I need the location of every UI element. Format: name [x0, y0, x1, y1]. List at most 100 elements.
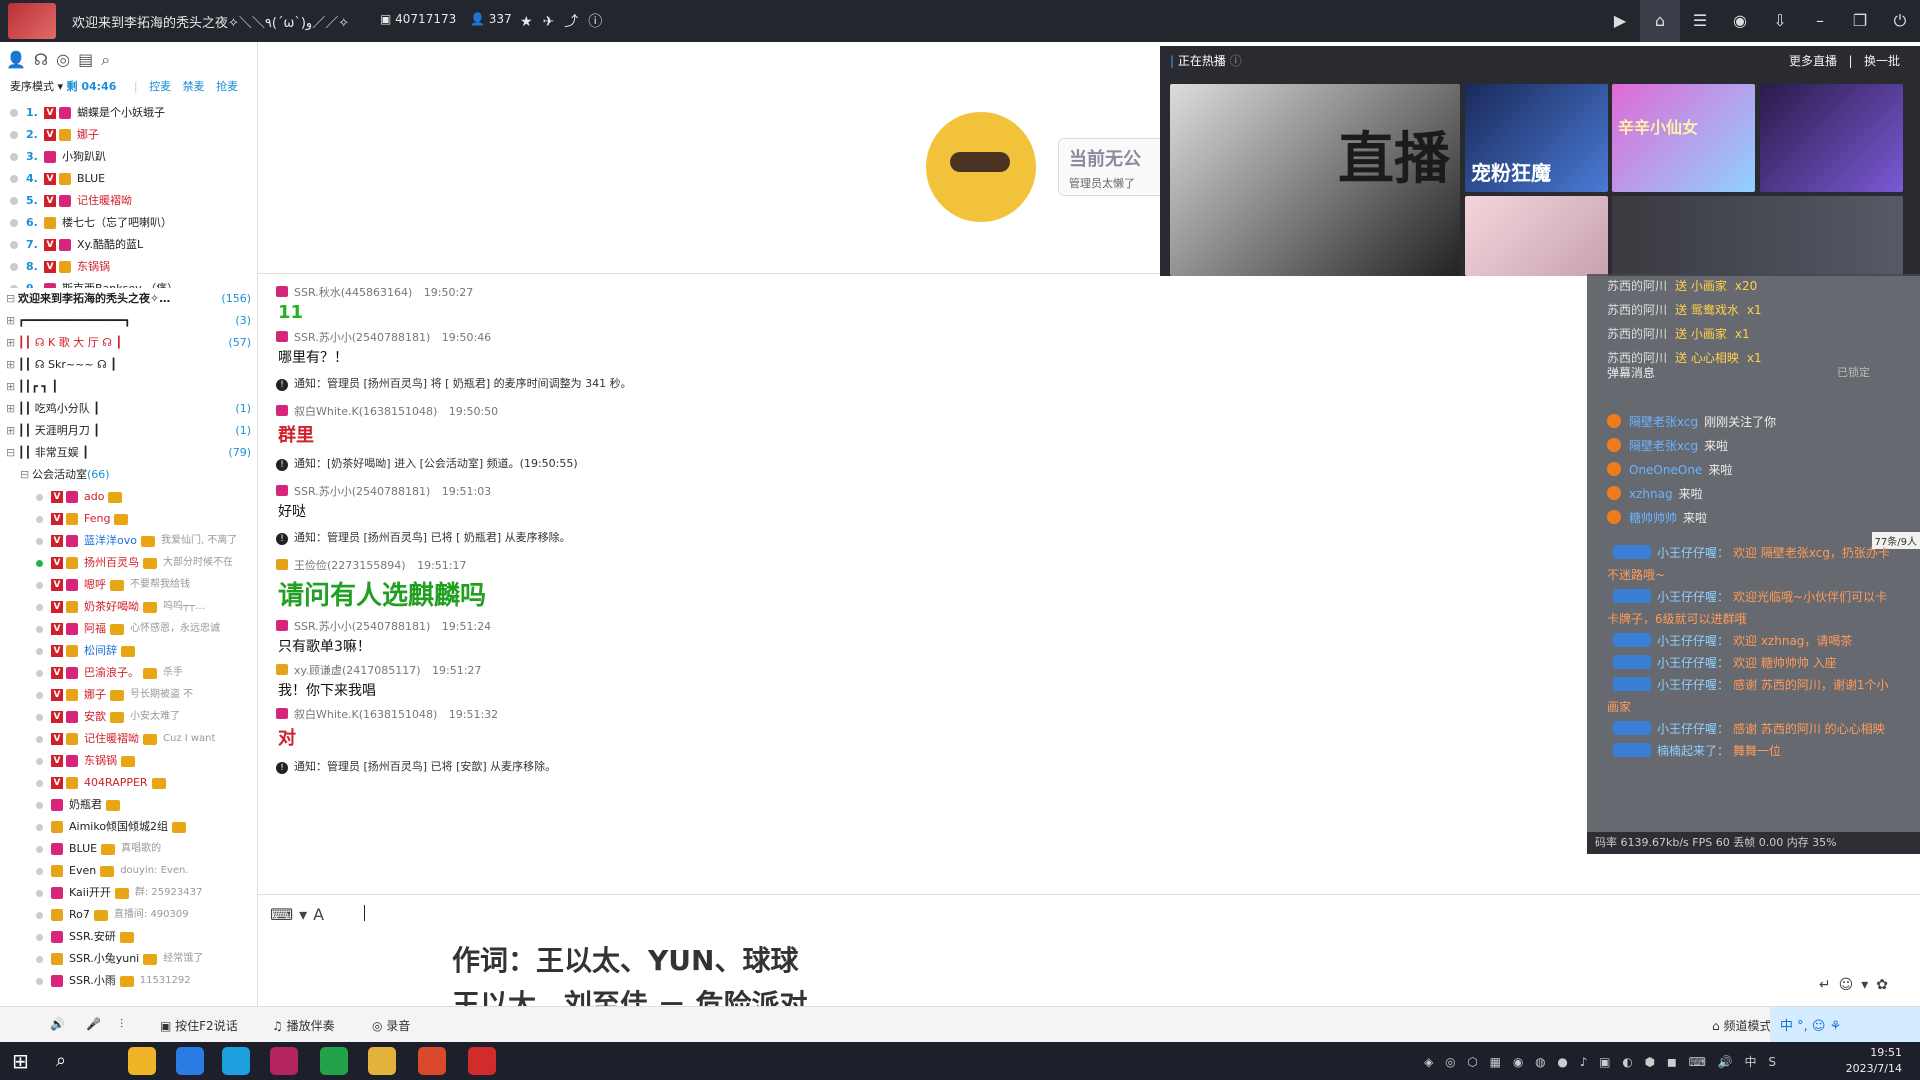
gamepad-icon[interactable]: ◉	[1720, 0, 1760, 42]
expand-icon[interactable]: ⊟	[6, 442, 18, 464]
member-item[interactable]: V 奶茶好喝呦 呜呜┬┬…	[36, 596, 257, 618]
speaker-icon[interactable]: 🔊	[50, 1017, 65, 1031]
member-item[interactable]: V Feng	[36, 508, 257, 530]
mode-select[interactable]: 麦序模式	[10, 80, 54, 93]
member-item[interactable]: V 东锅锅	[36, 750, 257, 772]
sub-channel-item[interactable]: ⊟ 公会活动室(66)	[6, 464, 257, 486]
browser-icon[interactable]	[222, 1047, 250, 1075]
message-author[interactable]: SSR.秋水(445863164)	[294, 286, 412, 299]
share-icon[interactable]: ⤴	[564, 14, 588, 30]
push-to-talk-button[interactable]: ▣ 按住F2说话	[160, 1017, 238, 1034]
member-item[interactable]: V 记住暖褶呦 Cuz I want	[36, 728, 257, 750]
search-icon[interactable]: ⌕	[101, 50, 118, 69]
member-item[interactable]: SSR.安研	[36, 926, 257, 948]
message-author[interactable]: 王俭俭(2273155894)	[294, 559, 406, 572]
queue-item[interactable]: 1. V 蝴蝶是个小妖蛾子	[10, 102, 257, 124]
grab-mic-button[interactable]: 抢麦	[216, 80, 238, 93]
stream-thumb-4[interactable]	[1760, 84, 1903, 192]
expand-icon[interactable]: ⊞	[6, 310, 18, 332]
channel-item[interactable]: ⊞ ┃┃┏ ┓ ┃	[6, 376, 257, 398]
member-item[interactable]: V 阿福 心怀感恩，永远忠诚	[36, 618, 257, 640]
collapse-icon[interactable]: ⊟	[20, 464, 32, 486]
stream-thumb-3[interactable]: 辛辛小仙女	[1612, 84, 1755, 192]
queue-item[interactable]: 8. V 东锅锅	[10, 256, 257, 278]
member-item[interactable]: SSR.小兔yuni 经常饿了	[36, 948, 257, 970]
member-item[interactable]: BLUE 真唱歌的	[36, 838, 257, 860]
control-mic-button[interactable]: 控麦	[149, 80, 171, 93]
voice-app-icon[interactable]	[368, 1047, 396, 1075]
danmaku-lock-status[interactable]: 已锁定	[1837, 364, 1870, 380]
member-item[interactable]: V 安歆 小安太难了	[36, 706, 257, 728]
expand-icon[interactable]: ⊞	[6, 420, 18, 442]
expand-icon[interactable]: ⊞	[6, 398, 18, 420]
system-tray[interactable]: ◈ ◎ ⬡ ▦ ◉ ◍ ● ♪ ▣ ◐ ⬢ ◼ ⌨ 🔊 中 S	[1424, 1053, 1780, 1070]
enter-icon[interactable]: ↵	[1819, 977, 1839, 993]
member-item[interactable]: Aimiko倾国倾城2组	[36, 816, 257, 838]
home-icon[interactable]: ⌂	[1640, 0, 1680, 42]
more-live-link[interactable]: 更多直播 | 换一批	[1789, 52, 1900, 69]
restore-icon[interactable]: ❐	[1840, 0, 1880, 42]
list-icon[interactable]: ☰	[1680, 0, 1720, 42]
member-item[interactable]: 奶瓶君	[36, 794, 257, 816]
stream-thumb-2[interactable]: 宠粉狂魔	[1465, 84, 1608, 192]
rose-icon[interactable]: ✿	[1876, 977, 1896, 993]
danmaku-user[interactable]: 糖帅帅帅	[1629, 511, 1677, 525]
channel-mode-button[interactable]: ⌂ 频道模式	[1712, 1017, 1771, 1034]
mixer-icon[interactable]: ⫶	[120, 1017, 123, 1032]
message-author[interactable]: SSR.苏小小(2540788181)	[294, 485, 430, 498]
message-input-area[interactable]: ⌨▾A 作词：王以太、YUN、球球 王以太、刘至佳 － 危险派对 ↵☺▾✿	[258, 894, 1920, 1021]
stream-thumb-featured[interactable]: 直播	[1170, 84, 1460, 276]
minimize-icon[interactable]: –	[1800, 0, 1840, 42]
stream-thumb-6[interactable]	[1612, 196, 1903, 276]
danmaku-user[interactable]: 隔壁老张xcg	[1629, 415, 1698, 429]
message-author[interactable]: xy.顾谦虚(2417085117)	[294, 664, 421, 677]
member-item[interactable]: Vado	[36, 486, 257, 508]
ban-mic-button[interactable]: 禁麦	[183, 80, 205, 93]
queue-item[interactable]: 7. V Xy.酷酷的蓝L	[10, 234, 257, 256]
power-icon[interactable]: ⏻	[1880, 0, 1920, 42]
channel-item[interactable]: ⊞ ┏━━━━━━━━━━━━━━━┓ (3)	[6, 310, 257, 332]
message-author[interactable]: SSR.苏小小(2540788181)	[294, 620, 430, 633]
member-item[interactable]: V 嗯呼 不要帮我给钱	[36, 574, 257, 596]
download-icon[interactable]: ⇩	[1760, 0, 1800, 42]
channel-item[interactable]: ⊟ 欢迎来到李拓海的秃头之夜✧… (156)	[6, 288, 257, 310]
plane-icon[interactable]: ✈	[543, 14, 565, 30]
mic-icon[interactable]: 🎤	[86, 1017, 101, 1031]
notes-icon[interactable]: ▤	[78, 50, 101, 69]
gamepad-icon[interactable]: ⌨▾	[270, 905, 313, 924]
queue-item[interactable]: 5. V 记住暖褶呦	[10, 190, 257, 212]
danmaku-user[interactable]: xzhnag	[1629, 487, 1673, 501]
queue-item[interactable]: 9. 斯克西Banksey （痛）	[10, 278, 257, 288]
member-item[interactable]: Even douyin: Even.	[36, 860, 257, 882]
system-clock[interactable]: 19:51 2023/7/14	[1846, 1045, 1902, 1077]
queue-item[interactable]: 6. 楼七七（忘了吧喇叭）	[10, 212, 257, 234]
channel-item[interactable]: ⊟ ┃┃ 非常互娱 ┃ (79)	[6, 442, 257, 464]
room-avatar[interactable]	[8, 3, 56, 39]
ime-toolbar[interactable]: 中 °, ☺ ⚘	[1770, 1007, 1920, 1043]
folder-icon[interactable]	[128, 1047, 156, 1075]
expand-icon[interactable]: ⊞	[6, 332, 18, 354]
member-item[interactable]: Kaii开开 群: 25923437	[36, 882, 257, 904]
danmaku-user[interactable]: 隔壁老张xcg	[1629, 439, 1698, 453]
app-k-icon[interactable]	[176, 1047, 204, 1075]
star-icon[interactable]: ★	[520, 14, 543, 30]
start-icon[interactable]: ⊞	[12, 1047, 40, 1075]
member-item[interactable]: V 巴渝浪子。 杀手	[36, 662, 257, 684]
channel-item[interactable]: ⊞ ┃┃ ☊ K 歌 大 厅 ☊ ┃ (57)	[6, 332, 257, 354]
stream-thumb-5[interactable]	[1465, 196, 1608, 276]
location-icon[interactable]: ◎	[56, 50, 78, 69]
member-item[interactable]: V 404RAPPER	[36, 772, 257, 794]
emoji-icon[interactable]: ☺▾	[1839, 977, 1877, 993]
message-author[interactable]: 叙白White.K(1638151048)	[294, 405, 437, 418]
member-item[interactable]: V 扬州百灵鸟 大部分时候不在	[36, 552, 257, 574]
queue-item[interactable]: 2. V 娜子	[10, 124, 257, 146]
danmaku-user[interactable]: OneOneOne	[1629, 463, 1702, 477]
member-item[interactable]: Ro7 直播间: 490309	[36, 904, 257, 926]
record-button[interactable]: ◎ 录音	[372, 1017, 410, 1034]
member-item[interactable]: V 蓝洋洋ovo 我爱仙门, 不离了	[36, 530, 257, 552]
video-icon[interactable]: ▶	[1600, 0, 1640, 42]
search-icon[interactable]: ⌕	[56, 1047, 84, 1075]
font-style-icon[interactable]: A	[313, 905, 330, 924]
channel-item[interactable]: ⊞ ┃┃ ☊ Skr~~~ ☊ ┃	[6, 354, 257, 376]
channel-item[interactable]: ⊞ ┃┃ 天涯明月刀 ┃ (1)	[6, 420, 257, 442]
